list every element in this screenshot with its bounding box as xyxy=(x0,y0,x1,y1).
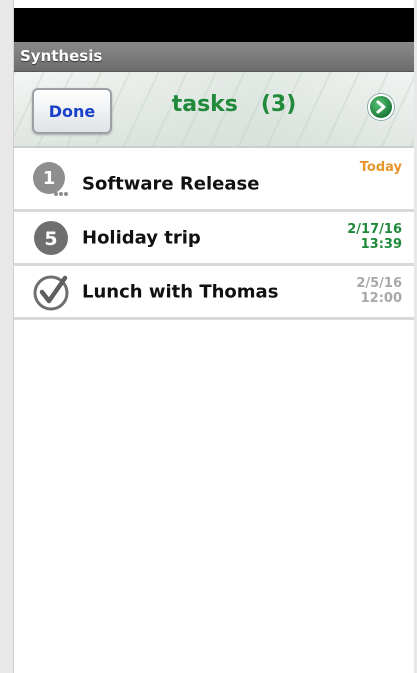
task-row[interactable]: 5 Holiday trip 2/17/16 13:39 xyxy=(14,212,414,266)
task-date: Today xyxy=(359,160,402,175)
task-title: Lunch with Thomas xyxy=(82,281,279,302)
task-time: 12:00 xyxy=(360,291,402,306)
priority-1-icon: 1 xyxy=(33,161,68,196)
priority-badge-number: 1 xyxy=(43,168,56,189)
task-date: 2/5/16 xyxy=(356,276,402,291)
page-title: tasks (3) xyxy=(164,92,304,117)
task-title: Software Release xyxy=(82,173,260,195)
task-row[interactable]: Lunch with Thomas 2/5/16 12:00 xyxy=(14,266,414,320)
priority-5-icon: 5 xyxy=(34,220,68,255)
done-button[interactable]: Done xyxy=(32,88,112,134)
task-count: (3) xyxy=(260,92,297,117)
task-due: 2/5/16 12:00 xyxy=(356,276,402,306)
page-title-text: tasks xyxy=(171,92,238,117)
task-due: Today xyxy=(360,160,402,175)
chevron-right-icon xyxy=(376,100,386,114)
completed-check-icon xyxy=(33,275,69,310)
status-bar xyxy=(14,8,414,42)
task-title: Holiday trip xyxy=(82,227,201,248)
task-row[interactable]: 1 Software Release Today xyxy=(14,150,414,212)
task-list: 1 Software Release Today 5 Holiday trip … xyxy=(14,150,414,320)
next-arrow-button[interactable] xyxy=(368,94,394,120)
task-due: 2/17/16 13:39 xyxy=(347,222,402,252)
task-time: 13:39 xyxy=(360,237,402,252)
priority-badge-number: 5 xyxy=(44,228,57,250)
app-title: Synthesis xyxy=(20,47,103,65)
task-date: 2/17/16 xyxy=(347,222,402,237)
tasks-header: Done tasks (3) xyxy=(14,72,414,148)
app-title-bar: Synthesis xyxy=(14,42,414,72)
app-screen: Synthesis Done tasks (3) 1 Software Rele… xyxy=(0,0,417,673)
left-edge xyxy=(0,0,14,673)
